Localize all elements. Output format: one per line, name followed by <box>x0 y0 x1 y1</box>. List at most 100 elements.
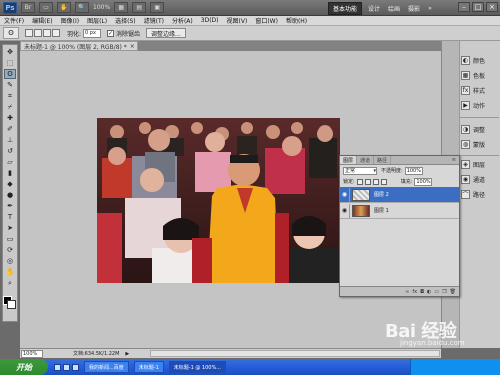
eyedropper-tool-icon[interactable]: ⌿ <box>4 102 16 112</box>
workspace-essentials[interactable]: 基本功能 <box>328 2 363 15</box>
type-tool-icon[interactable]: T <box>4 212 16 222</box>
menu-edit[interactable]: 编辑(E) <box>28 16 56 25</box>
new-layer-icon[interactable]: ❐ <box>442 289 446 295</box>
lock-transparency-icon[interactable] <box>356 178 363 185</box>
3d-orbit-tool-icon[interactable]: ◎ <box>4 256 16 266</box>
layer-row[interactable]: ◉ 图层 1 <box>340 203 459 219</box>
document-size[interactable]: 文档:634.5K/1.22M <box>73 350 119 357</box>
dodge-tool-icon[interactable]: ● <box>4 190 16 200</box>
horizontal-scrollbar[interactable] <box>150 350 440 357</box>
refine-edge-button[interactable]: 调整边缘... <box>146 28 186 38</box>
menu-filter[interactable]: 滤镜(T) <box>140 16 168 25</box>
view-extras-button[interactable]: ▦ <box>114 2 129 13</box>
feather-input[interactable]: 0 px <box>83 28 102 38</box>
add-selection-icon[interactable] <box>34 29 42 37</box>
start-button[interactable]: 开始 <box>0 359 48 375</box>
menu-layer[interactable]: 图层(L) <box>83 16 111 25</box>
workspace-design[interactable]: 设计 <box>366 3 382 14</box>
taskbar-item-doc[interactable]: 未标题-1 <box>133 361 164 373</box>
clone-stamp-tool-icon[interactable]: ⊥ <box>4 135 16 145</box>
eye-icon[interactable]: ◉ <box>340 187 350 202</box>
link-layers-icon[interactable]: ∞ <box>405 289 409 295</box>
dock-masks[interactable]: ◍ 蒙版 <box>461 137 499 151</box>
dock-layers[interactable]: ◈ 图层 <box>461 157 499 171</box>
antialias-checkbox[interactable]: ✓ <box>107 29 115 37</box>
show-desktop-icon[interactable] <box>54 363 61 371</box>
tab-paths[interactable]: 路径 <box>374 156 392 164</box>
menu-view[interactable]: 视图(V) <box>223 16 252 25</box>
lock-all-icon[interactable] <box>380 178 387 185</box>
dock-paths[interactable]: ⌒ 路径 <box>461 187 499 201</box>
dock-color[interactable]: ◐ 颜色 <box>461 53 499 67</box>
delete-layer-icon[interactable]: 🗑 <box>450 289 456 295</box>
tab-channels[interactable]: 通道 <box>357 156 375 164</box>
arrange-documents-button[interactable]: ▤ <box>132 2 147 13</box>
opacity-input[interactable]: 100% <box>404 166 423 175</box>
path-selection-tool-icon[interactable]: ➤ <box>4 223 16 233</box>
document-tab-close-icon[interactable]: × <box>130 43 135 50</box>
eye-icon[interactable]: ◉ <box>340 203 350 218</box>
background-color-swatch[interactable] <box>7 300 16 309</box>
lasso-tool-icon[interactable]: ʘ <box>4 69 16 79</box>
fill-input[interactable]: 100% <box>414 177 433 186</box>
3d-rotate-tool-icon[interactable]: ⟳ <box>4 245 16 255</box>
maximize-button[interactable]: □ <box>472 2 484 12</box>
status-menu-arrow-icon[interactable]: ▶ <box>125 351 129 357</box>
layer-style-icon[interactable]: fx <box>412 289 417 295</box>
workspace-more-icon[interactable]: » <box>426 4 434 13</box>
intersect-selection-icon[interactable] <box>52 29 60 37</box>
document-tab[interactable]: 未标题-1 @ 100% (图层 2, RGB/8) * × <box>20 41 138 51</box>
ie-icon[interactable] <box>63 363 70 371</box>
dock-styles[interactable]: fx 样式 <box>461 83 499 97</box>
dock-channels[interactable]: ◉ 通道 <box>461 172 499 186</box>
blend-mode-select[interactable]: 正常 ▾ <box>343 166 377 175</box>
subtract-selection-icon[interactable] <box>43 29 51 37</box>
history-brush-tool-icon[interactable]: ↺ <box>4 146 16 156</box>
shape-tool-icon[interactable]: ▭ <box>4 234 16 244</box>
bridge-button[interactable]: Br <box>21 2 35 13</box>
zoom-tool-icon[interactable]: ⌕ <box>4 278 16 288</box>
hand-tool-icon[interactable]: ✋ <box>4 267 16 277</box>
lock-pixels-icon[interactable] <box>364 178 371 185</box>
zoom-tool-button[interactable]: 🔍 <box>75 2 89 13</box>
canvas-image[interactable] <box>97 118 340 283</box>
close-button[interactable]: × <box>486 2 498 12</box>
tab-layers[interactable]: 图层 <box>340 156 358 164</box>
hand-tool-button[interactable]: ✋ <box>57 2 71 13</box>
eraser-tool-icon[interactable]: ▱ <box>4 157 16 167</box>
menu-file[interactable]: 文件(F) <box>0 16 28 25</box>
layer-name[interactable]: 图层 2 <box>374 191 389 198</box>
gradient-tool-icon[interactable]: ▮ <box>4 168 16 178</box>
menu-window[interactable]: 窗口(W) <box>251 16 282 25</box>
dock-swatches[interactable]: ▦ 色板 <box>461 68 499 82</box>
layer-name[interactable]: 图层 1 <box>374 207 389 214</box>
add-mask-icon[interactable]: ◘ <box>420 289 424 295</box>
quick-selection-tool-icon[interactable]: ✎ <box>4 80 16 90</box>
taskbar-item-photoshop[interactable]: 未标题-1 @ 100%... <box>168 361 227 373</box>
menu-select[interactable]: 选择(S) <box>111 16 140 25</box>
menu-help[interactable]: 帮助(H) <box>282 16 311 25</box>
layer-row[interactable]: ◉ 图层 2 <box>340 187 459 203</box>
marquee-tool-icon[interactable]: ⬚ <box>4 58 16 68</box>
healing-brush-tool-icon[interactable]: ✚ <box>4 113 16 123</box>
menu-3d[interactable]: 3D(D) <box>197 17 223 24</box>
new-group-icon[interactable]: ▭ <box>434 289 439 295</box>
media-icon[interactable] <box>72 363 79 371</box>
status-zoom-input[interactable]: 100% <box>21 349 43 358</box>
lock-position-icon[interactable] <box>372 178 379 185</box>
menu-analysis[interactable]: 分析(A) <box>168 16 197 25</box>
crop-tool-icon[interactable]: ⌗ <box>4 91 16 101</box>
mini-bridge-button[interactable]: ▭ <box>39 2 53 13</box>
adjustment-layer-icon[interactable]: ◐ <box>427 289 431 295</box>
lasso-preset-icon[interactable]: ʘ <box>3 27 19 39</box>
pen-tool-icon[interactable]: ✒ <box>4 201 16 211</box>
new-selection-icon[interactable] <box>25 29 33 37</box>
menu-image[interactable]: 图像(I) <box>57 16 83 25</box>
minimize-button[interactable]: – <box>458 2 470 12</box>
workspace-photography[interactable]: 摄影 <box>406 3 422 14</box>
screen-mode-button[interactable]: ▣ <box>150 2 165 13</box>
dock-adjustments[interactable]: ◑ 调整 <box>461 122 499 136</box>
move-tool-icon[interactable]: ✥ <box>4 47 16 57</box>
zoom-level[interactable]: 100% <box>93 4 110 11</box>
taskbar-item-browser[interactable]: 我的新闻...百度 <box>84 361 129 373</box>
